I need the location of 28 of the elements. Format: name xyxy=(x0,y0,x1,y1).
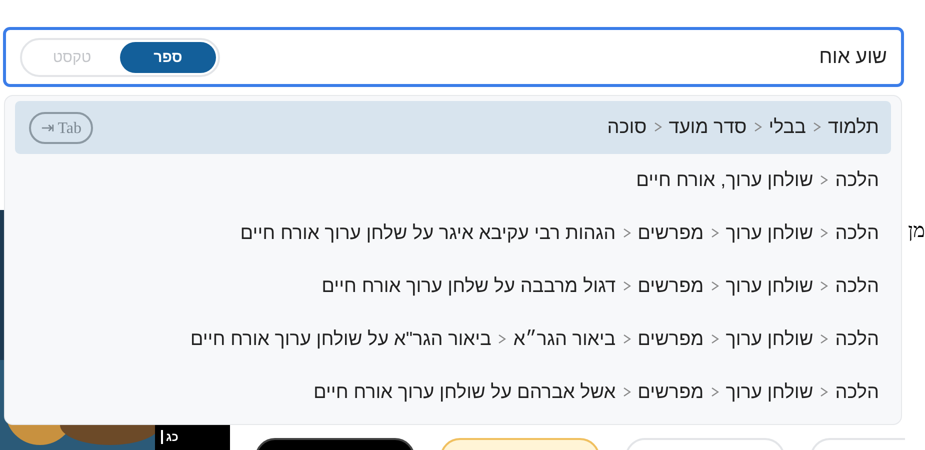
suggestion-item[interactable]: הלכה שולחן ערוך מפרשים ביאור הגר״א ביאור הגר"א על שולחן ערוך אורח חיים xyxy=(15,313,891,366)
suggestion-item[interactable]: הלכה שולחן ערוך מפרשים הגהות רבי עקיבא איגר על שלחן ערוך אורח חיים xyxy=(15,207,891,260)
chevron-icon xyxy=(820,175,828,186)
page-text: מן xyxy=(907,220,925,243)
suggestion-item[interactable]: הלכה שולחן ערוך, אורח חיים xyxy=(15,154,891,207)
chevron-icon xyxy=(820,228,828,238)
search-field[interactable]: שוע אוח טקסט ספר xyxy=(3,27,904,87)
chevron-icon xyxy=(820,334,828,344)
chevron-icon xyxy=(622,228,631,238)
mode-option[interactable]: ספר xyxy=(120,42,216,72)
picture-label: כג xyxy=(161,430,178,444)
chevron-icon xyxy=(710,334,719,344)
chevron-icon xyxy=(622,334,631,344)
suggestion-item[interactable]: הלכה שולחן ערוך מפרשים אשל אברהם על שולחן ערוך אורח חיים xyxy=(15,366,891,419)
chevron-icon xyxy=(622,387,631,398)
chevron-icon xyxy=(622,281,631,292)
mode-toggle[interactable]: טקסט ספר xyxy=(20,38,220,76)
chevron-icon xyxy=(710,228,719,238)
tab-hint: ⇥ Tab xyxy=(29,112,94,144)
chevron-icon xyxy=(654,122,662,132)
chevron-icon xyxy=(498,334,506,344)
chevron-icon xyxy=(710,387,719,398)
chevron-icon xyxy=(754,122,762,132)
suggestion-item[interactable]: הלכה שולחן ערוך מפרשים דגול מרבבה על שלחן ערוך אורח חיים xyxy=(15,260,891,313)
chevron-icon xyxy=(820,387,828,398)
chevron-icon xyxy=(813,122,822,132)
chevron-icon xyxy=(710,281,719,292)
chevron-icon xyxy=(820,281,828,292)
